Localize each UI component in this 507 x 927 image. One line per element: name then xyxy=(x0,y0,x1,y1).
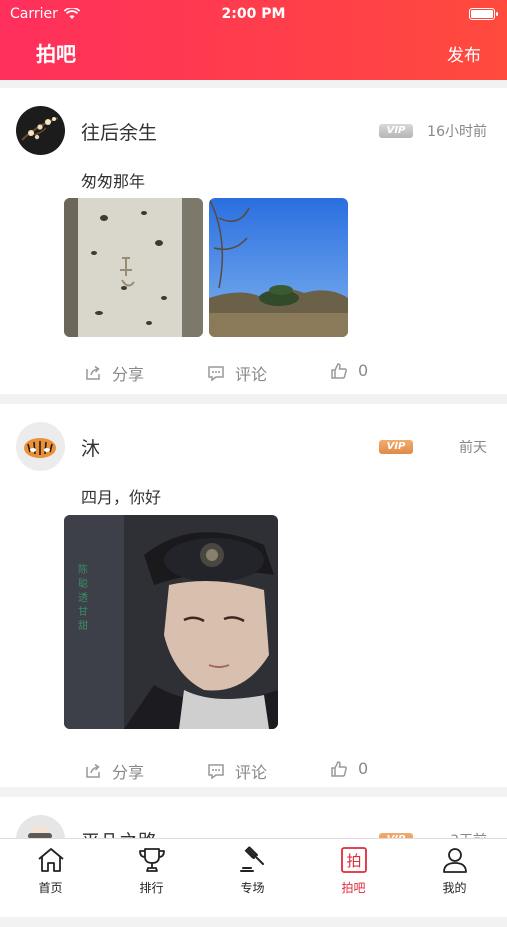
share-label: 分享 xyxy=(112,365,145,384)
like-button[interactable]: 0 xyxy=(330,759,368,778)
tab-special[interactable]: 专场 xyxy=(202,839,303,901)
trophy-icon xyxy=(138,848,165,872)
share-icon xyxy=(86,365,100,380)
post-content: 四月，你好 xyxy=(81,488,162,507)
comment-button[interactable]: 评论 xyxy=(207,361,267,385)
svg-text:聪: 聪 xyxy=(78,577,88,590)
home-icon xyxy=(37,848,64,872)
post-time: 16小时前 xyxy=(427,124,487,140)
avatar[interactable] xyxy=(16,106,65,155)
pai-icon: 拍 xyxy=(340,847,367,873)
tab-bar: 首页 排行 专场 拍 拍吧 我的 xyxy=(0,838,507,900)
username[interactable]: 沐 xyxy=(81,434,100,461)
like-count: 0 xyxy=(358,361,369,380)
user-icon xyxy=(442,848,467,873)
comment-icon xyxy=(208,764,224,780)
post-image[interactable] xyxy=(209,198,348,337)
tab-label: 排行 xyxy=(139,881,164,895)
page-title: 拍吧 xyxy=(36,42,76,66)
comment-icon xyxy=(208,366,224,382)
thumbs-up-icon xyxy=(331,760,347,777)
comment-button[interactable]: 评论 xyxy=(207,759,267,783)
share-label: 分享 xyxy=(112,763,145,782)
post-time: 前天 xyxy=(459,440,487,456)
share-icon xyxy=(86,763,100,778)
post-image[interactable] xyxy=(64,198,203,337)
tab-ranking[interactable]: 排行 xyxy=(101,839,202,901)
status-bar: Carrier 2:00 PM xyxy=(0,4,507,24)
publish-button[interactable]: 发布 xyxy=(447,41,481,66)
svg-text:拍: 拍 xyxy=(346,852,361,870)
comment-label: 评论 xyxy=(235,365,268,384)
like-button[interactable]: 0 xyxy=(330,361,368,380)
tab-label: 专场 xyxy=(240,881,265,895)
gavel-icon xyxy=(239,846,264,872)
vip-badge: VIP xyxy=(379,124,413,138)
avatar[interactable] xyxy=(16,422,65,471)
svg-text:陈: 陈 xyxy=(78,563,88,576)
post-feed[interactable]: 往后余生 VIP 16小时前 匆匆那年 分享 评论 0 沐 VIP 前天 四月，… xyxy=(0,88,507,927)
username[interactable]: 往后余生 xyxy=(81,118,157,145)
svg-text:甜: 甜 xyxy=(78,619,88,632)
tab-label: 我的 xyxy=(442,881,467,895)
post-actions: 分享 评论 0 xyxy=(0,361,507,385)
tab-label: 拍吧 xyxy=(341,881,366,895)
post-card: 沐 VIP 前天 四月，你好 陈 聪 透 甘 甜 分享 评论 0 xyxy=(0,404,507,787)
share-button[interactable]: 分享 xyxy=(84,759,144,783)
status-time: 2:00 PM xyxy=(221,6,286,22)
tab-pai[interactable]: 拍 拍吧 xyxy=(303,839,404,901)
svg-text:透: 透 xyxy=(78,592,88,604)
post-card: 往后余生 VIP 16小时前 匆匆那年 分享 评论 0 xyxy=(0,88,507,394)
like-count: 0 xyxy=(358,759,369,778)
post-image[interactable]: 陈 聪 透 甘 甜 xyxy=(64,515,278,729)
vip-badge: VIP xyxy=(379,440,413,454)
post-actions: 分享 评论 0 xyxy=(0,759,507,783)
share-button[interactable]: 分享 xyxy=(84,361,144,385)
app-header: Carrier 2:00 PM 拍吧 发布 xyxy=(0,0,507,80)
comment-label: 评论 xyxy=(235,763,268,782)
thumbs-up-icon xyxy=(331,362,347,379)
tab-home[interactable]: 首页 xyxy=(0,839,101,901)
post-content: 匆匆那年 xyxy=(81,172,146,191)
svg-text:甘: 甘 xyxy=(78,605,88,618)
tab-mine[interactable]: 我的 xyxy=(404,839,505,901)
battery-icon xyxy=(469,8,498,20)
tab-label: 首页 xyxy=(38,881,63,895)
